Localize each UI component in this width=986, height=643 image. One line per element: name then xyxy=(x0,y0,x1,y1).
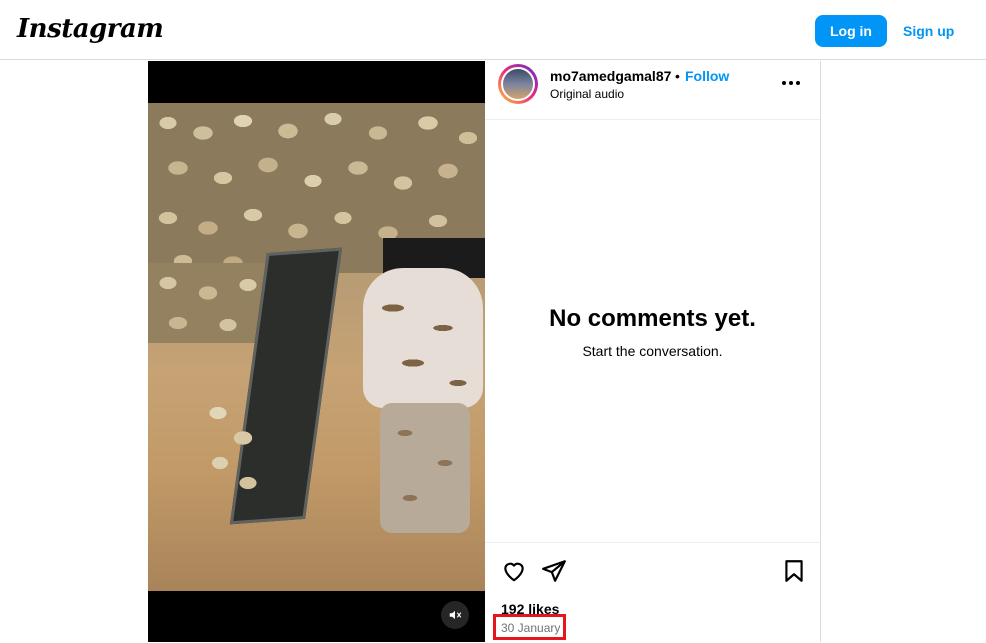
post-header: mo7amedgamal87 • Follow Original audio xyxy=(485,61,820,120)
rock-pile xyxy=(198,393,268,503)
original-audio-link[interactable]: Original audio xyxy=(550,87,624,101)
empty-comments-title: No comments yet. xyxy=(549,305,756,332)
mute-button[interactable] xyxy=(441,601,469,629)
muted-speaker-icon xyxy=(449,610,462,620)
soldier-legs xyxy=(380,403,470,533)
more-options-button[interactable] xyxy=(779,71,803,95)
post-actions: 192 likes 30 January xyxy=(485,542,820,643)
instagram-logo[interactable]: Instagram xyxy=(17,14,164,44)
login-button[interactable]: Log in xyxy=(815,15,887,47)
save-button[interactable] xyxy=(781,558,807,584)
empty-comments-subtitle: Start the conversation. xyxy=(582,343,723,359)
avatar[interactable] xyxy=(501,67,535,101)
post-video[interactable] xyxy=(148,61,485,642)
soldier-figure xyxy=(363,268,483,408)
post-side-panel: mo7amedgamal87 • Follow Original audio N… xyxy=(485,61,821,642)
follow-button[interactable]: Follow xyxy=(685,68,729,84)
more-options-icon xyxy=(782,81,800,85)
top-navigation-bar: Instagram Log in Sign up xyxy=(0,0,986,60)
signup-link[interactable]: Sign up xyxy=(903,23,954,39)
post-username[interactable]: mo7amedgamal87 xyxy=(550,68,671,84)
paper-plane-icon xyxy=(542,560,566,582)
heart-icon xyxy=(504,562,524,582)
separator-dot: • xyxy=(675,68,680,84)
bookmark-icon xyxy=(785,560,803,582)
video-frame xyxy=(148,103,485,591)
like-button[interactable] xyxy=(501,558,527,584)
post-date[interactable]: 30 January xyxy=(501,621,560,635)
share-button[interactable] xyxy=(541,558,567,584)
post-container: mo7amedgamal87 • Follow Original audio N… xyxy=(148,61,821,642)
story-ring[interactable] xyxy=(498,64,538,104)
